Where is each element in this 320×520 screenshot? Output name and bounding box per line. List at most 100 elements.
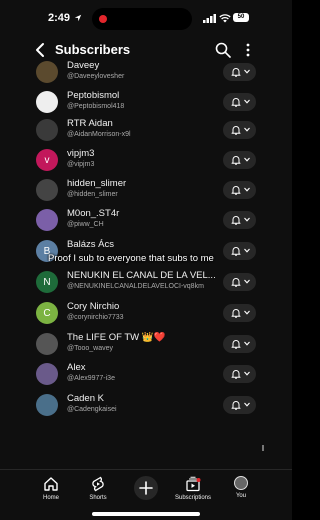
nav-home-label: Home [42, 495, 59, 501]
notification-bell-button[interactable] [223, 396, 256, 414]
list-item[interactable]: M0on_.ST4r @piww_CH [0, 206, 292, 235]
subscriber-name[interactable]: NENUKIN EL CANAL DE LA VEL... [67, 270, 217, 281]
list-item[interactable]: Alex @Alex9977-i3e [0, 360, 292, 389]
notification-bell-button[interactable] [223, 273, 256, 291]
subscriber-handle: @Peptobismol418 [67, 103, 125, 110]
list-item[interactable]: Caden K @Cadengkaisei [0, 391, 292, 420]
chevron-down-icon [244, 157, 250, 162]
subscriber-name[interactable]: RTR Aidan [67, 118, 217, 129]
notification-bell-button[interactable] [223, 63, 256, 81]
avatar-letter: C [43, 307, 51, 319]
subscriber-name[interactable]: M0on_.ST4r [67, 208, 217, 219]
bell-icon [231, 370, 241, 379]
subscriptions-icon [186, 476, 201, 492]
bell-icon [231, 309, 241, 318]
chevron-down-icon [244, 99, 250, 104]
avatar-letter: N [43, 276, 51, 288]
avatar[interactable] [36, 363, 58, 385]
notification-bell-button[interactable] [223, 151, 256, 169]
chevron-down-icon [244, 371, 250, 376]
avatar[interactable] [36, 91, 58, 113]
subscriber-name[interactable]: Peptobismol [67, 90, 217, 101]
bell-icon [231, 401, 241, 410]
battery-icon: 50 [233, 13, 249, 22]
bell-icon [231, 186, 241, 195]
notification-bell-button[interactable] [223, 242, 256, 260]
subscriber-handle: @corynirchio7733 [67, 314, 124, 321]
avatar[interactable] [36, 209, 58, 231]
subscriber-name[interactable]: Balázs Ács [67, 239, 217, 250]
notification-bell-button[interactable] [223, 121, 256, 139]
list-item[interactable]: hidden_slimer @hidden_slimer [0, 176, 292, 205]
recording-indicator-icon [99, 15, 107, 23]
location-arrow-icon [74, 14, 82, 22]
home-indicator [92, 512, 200, 516]
cellular-signal-icon [203, 14, 216, 23]
avatar[interactable] [36, 119, 58, 141]
nav-you[interactable]: You [216, 476, 266, 499]
subscriber-handle: @AidanMorrison-x9l [67, 131, 131, 138]
notification-bell-button[interactable] [223, 335, 256, 353]
notification-bell-button[interactable] [223, 365, 256, 383]
bell-icon [231, 216, 241, 225]
bell-icon [231, 98, 241, 107]
subscriber-name[interactable]: Caden K [67, 393, 217, 404]
bell-icon [231, 156, 241, 165]
phone-screen: 2:49 50 Subscribers Daveey @Daveeyloveshe… [0, 0, 292, 520]
wifi-icon [219, 14, 231, 23]
nav-shorts-label: Shorts [89, 495, 107, 501]
chevron-down-icon [244, 127, 250, 132]
nav-shorts[interactable]: Shorts [73, 476, 123, 501]
bell-icon [231, 247, 241, 256]
chevron-down-icon [244, 187, 250, 192]
notification-bell-button[interactable] [223, 211, 256, 229]
bell-icon [231, 340, 241, 349]
list-item[interactable]: The LIFE OF TW 👑❤️ @Tooo_wavey [0, 330, 292, 359]
subscriber-handle: @hidden_slimer [67, 191, 118, 198]
avatar[interactable] [36, 179, 58, 201]
chevron-down-icon [244, 279, 250, 284]
subscriber-name[interactable]: vipjm3 [67, 148, 217, 159]
chevron-down-icon [244, 402, 250, 407]
avatar[interactable] [36, 394, 58, 416]
chevron-down-icon [244, 310, 250, 315]
avatar[interactable]: C [36, 302, 58, 324]
subscriber-name[interactable]: hidden_slimer [67, 178, 217, 189]
list-item[interactable]: Daveey @Daveeylovesher [0, 58, 292, 87]
subscriber-handle: @vipjm3 [67, 161, 95, 168]
list-item[interactable]: N NENUKIN EL CANAL DE LA VEL... @NENUKINEL… [0, 268, 292, 297]
subscriber-handle: @Tooo_wavey [67, 345, 114, 352]
create-button[interactable] [134, 476, 158, 500]
page-title: Subscribers [55, 42, 131, 57]
subscriber-handle: @Alex9977-i3e [67, 375, 115, 382]
chevron-down-icon [244, 217, 250, 222]
nav-subscriptions[interactable]: Subscriptions [168, 476, 218, 501]
list-item[interactable]: v vipjm3 @vipjm3 [0, 146, 292, 175]
subscriber-name[interactable]: The LIFE OF TW 👑❤️ [67, 332, 217, 343]
list-item[interactable]: RTR Aidan @AidanMorrison-x9l [0, 116, 292, 145]
subscriber-name[interactable]: Daveey [67, 60, 217, 71]
subscriber-handle: @piww_CH [67, 221, 104, 228]
notification-bell-button[interactable] [223, 304, 256, 322]
nav-you-label: You [235, 493, 247, 499]
status-bar: 2:49 50 [0, 0, 292, 34]
bell-icon [231, 278, 241, 287]
avatar[interactable]: v [36, 149, 58, 171]
list-item[interactable]: Peptobismol @Peptobismol418 [0, 88, 292, 117]
subscriber-handle: @Daveeylovesher [67, 73, 125, 80]
list-item[interactable]: C Cory Nirchio @corynirchio7733 [0, 299, 292, 328]
nav-home[interactable]: Home [26, 476, 76, 501]
notification-bell-button[interactable] [223, 93, 256, 111]
notification-bell-button[interactable] [223, 181, 256, 199]
nav-subscriptions-label: Subscriptions [174, 495, 212, 501]
chevron-down-icon [244, 69, 250, 74]
avatar[interactable]: N [36, 271, 58, 293]
subscriber-name[interactable]: Alex [67, 362, 217, 373]
avatar[interactable] [36, 333, 58, 355]
caption-overlay: Proof I sub to everyone that subs to me [48, 253, 214, 264]
avatar[interactable] [36, 61, 58, 83]
bell-icon [231, 68, 241, 77]
avatar-letter: v [44, 154, 50, 166]
scrollbar[interactable] [262, 445, 264, 451]
subscriber-name[interactable]: Cory Nirchio [67, 301, 217, 312]
